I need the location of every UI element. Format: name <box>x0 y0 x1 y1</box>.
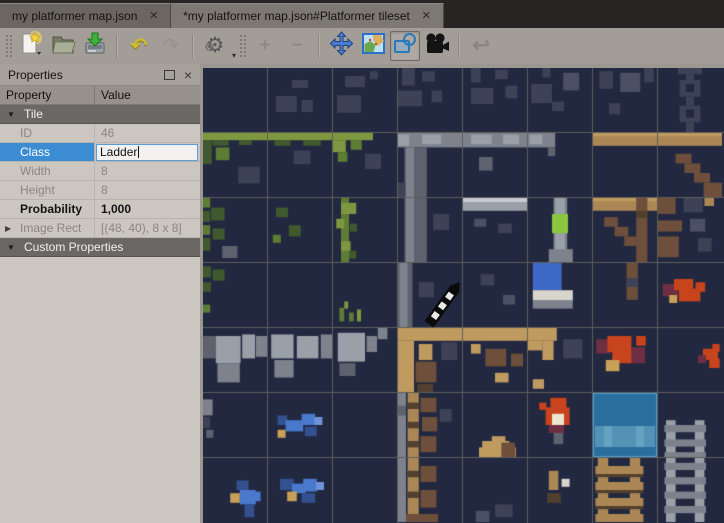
select-shapes-button[interactable] <box>390 31 420 61</box>
group-label: Tile <box>24 107 43 121</box>
text-caret <box>138 146 139 158</box>
return-arrow-icon: ↩ <box>472 36 490 56</box>
property-name-text: Probability <box>20 202 82 216</box>
return-arrow-button: ↩ <box>466 31 496 61</box>
property-row-image-rect[interactable]: ▶ Image Rect [(48, 40), 8 x 8] <box>0 219 200 238</box>
tab-label: *my platformer map.json#Platformer tiles… <box>183 9 410 23</box>
move-tool-button[interactable] <box>326 31 356 61</box>
tab-map-file[interactable]: my platformer map.json × <box>0 3 171 28</box>
property-name: ▶ Image Rect <box>0 219 95 237</box>
toolbar-separator <box>458 34 460 58</box>
tab-tileset[interactable]: *my platformer map.json#Platformer tiles… <box>171 3 444 28</box>
save-button[interactable] <box>80 31 110 61</box>
property-value-text: [(48, 40), 8 x 8] <box>101 221 182 235</box>
toolbar-separator <box>318 34 320 58</box>
new-file-icon <box>18 31 44 62</box>
properties-empty-area <box>0 257 200 523</box>
expander-triangle-icon[interactable]: ▶ <box>5 224 11 233</box>
property-value: 8 <box>95 181 200 199</box>
property-name-text: Width <box>20 164 51 178</box>
float-panel-icon[interactable] <box>164 70 175 80</box>
close-panel-icon[interactable]: × <box>184 70 192 80</box>
property-name: Probability <box>0 200 95 218</box>
property-row-id[interactable]: ID 46 <box>0 124 200 143</box>
toolbar-separator <box>116 34 118 58</box>
tab-close-icon[interactable]: × <box>420 9 433 23</box>
property-value-text: 1,000 <box>101 202 131 216</box>
property-name: ID <box>0 124 95 142</box>
collapse-triangle-icon[interactable]: ▼ <box>4 110 18 119</box>
property-value-text: 8 <box>101 183 108 197</box>
tileset-view <box>203 64 724 523</box>
tab-close-icon[interactable]: × <box>147 9 160 23</box>
tile-animation-button[interactable] <box>422 31 452 61</box>
property-value: 46 <box>95 124 200 142</box>
toolbar-drag-handle[interactable] <box>5 34 12 58</box>
property-row-probability[interactable]: Probability 1,000 <box>0 200 200 219</box>
property-group-tile[interactable]: ▼ Tile <box>0 105 200 124</box>
open-file-button[interactable] <box>48 31 78 61</box>
map-image-icon <box>361 31 386 61</box>
property-row-class[interactable]: Class Ladder <box>0 143 200 162</box>
input-text: Ladder <box>100 145 137 159</box>
property-value-text: 46 <box>101 126 114 140</box>
plus-icon: + <box>259 36 270 56</box>
property-name: Width <box>0 162 95 180</box>
collapse-triangle-icon[interactable]: ▼ <box>4 243 18 252</box>
properties-panel: Properties × Property Value ▼ Tile ID 46 Cla… <box>0 64 200 523</box>
property-value: 1,000 <box>95 200 200 218</box>
properties-rows: ▼ Tile ID 46 Class Ladder Width 8 Height 8 Probabi… <box>0 105 200 257</box>
tiled-window: my platformer map.json × *my platformer ma… <box>0 0 724 523</box>
gear-small-icon: ⚙ <box>204 37 215 57</box>
properties-column-header: Property Value <box>0 86 200 105</box>
property-name: Class <box>0 143 95 161</box>
remove-tile-button: − <box>282 31 312 61</box>
property-value: [(48, 40), 8 x 8] <box>95 219 200 237</box>
commands-button[interactable]: ⚙⚙ <box>200 31 230 61</box>
toolbar-separator <box>192 34 194 58</box>
column-header-property: Property <box>0 86 95 104</box>
tab-label: my platformer map.json <box>12 9 137 23</box>
move-arrows-icon <box>329 31 354 61</box>
group-label: Custom Properties <box>24 240 123 254</box>
properties-panel-title: Properties <box>8 68 63 82</box>
toolbar: ↶ ↷ ⚙⚙▾ + − ↩ <box>0 28 724 64</box>
property-name-text: Height <box>20 183 55 197</box>
add-tile-button: + <box>250 31 280 61</box>
property-name-text: Image Rect <box>20 221 81 235</box>
undo-icon: ↶ <box>131 36 148 56</box>
property-row-width[interactable]: Width 8 <box>0 162 200 181</box>
undo-button[interactable]: ↶ <box>124 31 154 61</box>
property-value: 8 <box>95 162 200 180</box>
property-group-custom-properties[interactable]: ▼ Custom Properties <box>0 238 200 257</box>
tileset-canvas[interactable] <box>203 68 724 523</box>
property-value-text: 8 <box>101 164 108 178</box>
redo-icon: ↷ <box>163 36 180 56</box>
tab-bar: my platformer map.json × *my platformer ma… <box>0 0 724 28</box>
overlap-shapes-icon <box>392 32 418 61</box>
camera-icon <box>423 32 451 61</box>
tileset-image-button[interactable] <box>358 31 388 61</box>
property-name-text: Class <box>20 145 50 159</box>
minus-icon: − <box>291 36 302 56</box>
property-name: Height <box>0 181 95 199</box>
toolbar-drag-handle-2[interactable] <box>239 34 246 58</box>
property-name-text: ID <box>20 126 32 140</box>
dropdown-arrow-icon[interactable]: ▾ <box>232 51 236 64</box>
property-row-height[interactable]: Height 8 <box>0 181 200 200</box>
column-header-value: Value <box>95 86 200 104</box>
properties-panel-titlebar[interactable]: Properties × <box>0 64 200 86</box>
class-value-input[interactable]: Ladder <box>96 144 198 161</box>
open-folder-icon <box>50 31 76 62</box>
redo-button: ↷ <box>156 31 186 61</box>
save-icon <box>82 31 108 62</box>
property-value: Ladder <box>95 143 200 161</box>
new-file-button[interactable] <box>16 31 46 61</box>
